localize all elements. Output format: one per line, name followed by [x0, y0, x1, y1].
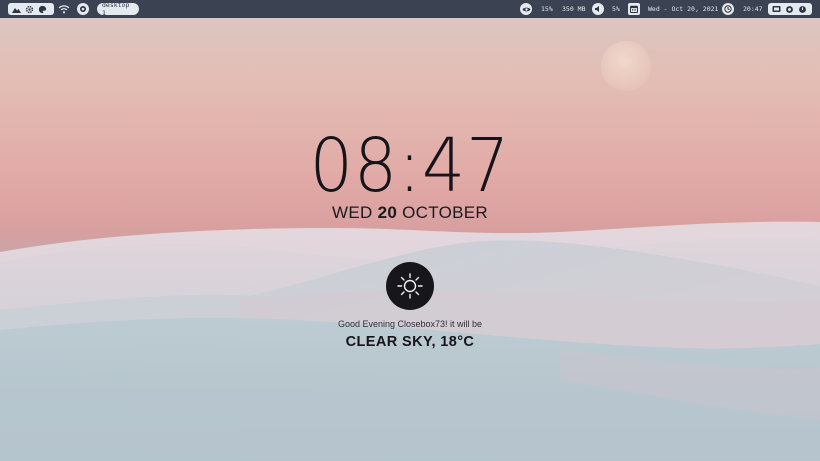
wifi-icon[interactable] — [58, 3, 70, 15]
big-clock: 08:47 — [309, 123, 511, 209]
top-bar: desktop 1 15% 350 MB 5% Wed - Oct 20, 20… — [0, 0, 820, 18]
volume-icon[interactable] — [592, 3, 604, 15]
lock-icon[interactable] — [771, 4, 781, 14]
weekday-label: WED — [332, 203, 373, 222]
day-number: 20 — [377, 203, 398, 222]
moon-icon — [601, 41, 651, 91]
weather-forecast: CLEAR SKY, 18°C — [345, 334, 475, 350]
launcher-group — [8, 3, 54, 15]
palette-icon[interactable] — [37, 4, 47, 14]
restart-icon[interactable] — [784, 4, 794, 14]
clock-icon[interactable] — [722, 3, 734, 15]
time-display: 20:47 — [743, 5, 763, 13]
desktop-wallpaper — [0, 0, 820, 461]
calendar-icon[interactable] — [628, 3, 640, 15]
workspace-indicator[interactable]: desktop 1 — [97, 1, 139, 17]
power-icon[interactable] — [797, 4, 807, 14]
gear-icon[interactable] — [24, 4, 34, 14]
month-label: OCTOBER — [402, 203, 488, 222]
mountain-icon[interactable] — [11, 4, 21, 14]
volume-level: 5% — [612, 5, 620, 13]
sun-icon — [386, 262, 434, 310]
memory-usage: 350 MB — [562, 5, 586, 13]
workspace-label: desktop 1 — [102, 1, 130, 17]
session-group — [768, 3, 812, 15]
greeting-text: Good Evening Closebox73! it will be — [337, 319, 483, 329]
eye-icon[interactable] — [520, 3, 532, 15]
dunes-background — [0, 41, 820, 461]
record-icon[interactable] — [77, 3, 89, 15]
date-display: Wed - Oct 20, 2021 — [648, 5, 719, 13]
cpu-usage: 15% — [541, 5, 553, 13]
date-line: WED 20 OCTOBER — [0, 203, 820, 223]
